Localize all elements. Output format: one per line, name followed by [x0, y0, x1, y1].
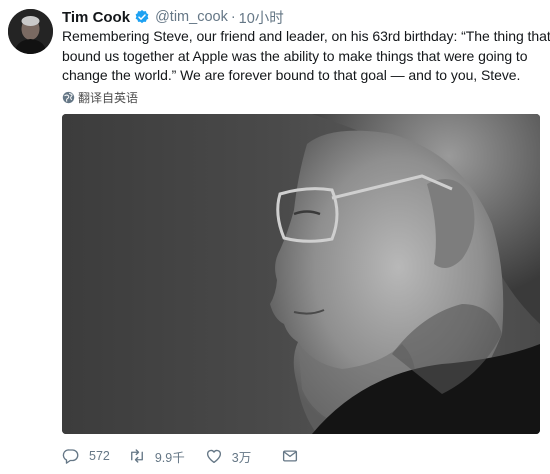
user-handle[interactable]: @tim_cook	[155, 9, 228, 25]
translate-link[interactable]: 翻译自英语	[62, 89, 138, 106]
like-button[interactable]: 3万	[205, 447, 251, 466]
message-icon	[283, 450, 298, 462]
retweet-count: 9.9千	[154, 450, 185, 465]
reply-button[interactable]: 572	[62, 447, 110, 465]
timestamp[interactable]: 10小时	[239, 7, 284, 28]
avatar[interactable]	[8, 9, 53, 54]
retweet-icon	[130, 449, 143, 463]
tweet-text-line: change the world.” We are forever bound …	[62, 67, 521, 83]
header-separator: ·	[230, 9, 236, 25]
like-count: 3万	[231, 450, 252, 465]
reply-icon	[62, 449, 79, 464]
reply-count: 572	[89, 449, 110, 463]
retweet-button[interactable]: 9.9千	[128, 447, 185, 466]
tweet-text: Remembering Steve, our friend and leader…	[62, 27, 550, 86]
user-name[interactable]: Tim Cook	[62, 9, 130, 26]
tweet-header: Tim Cook @tim_cook · 10小时	[62, 7, 284, 27]
tweet-actions: 572 9.9千 3万	[62, 444, 332, 468]
like-icon	[206, 449, 221, 464]
tweet-text-line: Remembering Steve, our friend and leader…	[62, 28, 550, 44]
translate-label: 翻译自英语	[78, 91, 139, 105]
globe-icon	[62, 91, 75, 104]
direct-message-button[interactable]	[281, 447, 308, 465]
verified-badge-icon	[135, 10, 149, 24]
tweet-text-line: bound us together at Apple was the abili…	[62, 47, 528, 64]
tweet-photo[interactable]	[62, 114, 540, 434]
tweet: Tim Cook @tim_cook · 10小时 Remembering St…	[0, 0, 550, 474]
